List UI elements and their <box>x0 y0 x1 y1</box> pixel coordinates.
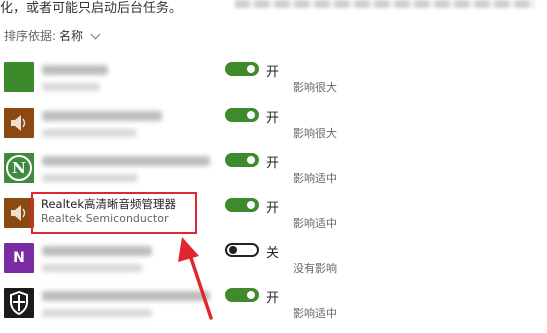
red-arrow-annotation <box>178 237 213 320</box>
